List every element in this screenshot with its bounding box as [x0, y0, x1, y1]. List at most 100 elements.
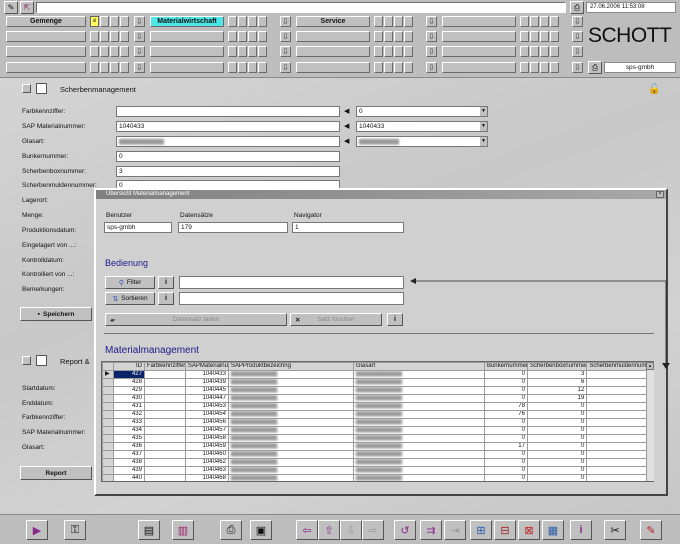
- cell-glasart[interactable]: ▆▆▆▆▆▆▆▆▆▆: [352, 450, 485, 459]
- sap-select[interactable]: 1040433: [356, 121, 488, 132]
- forward-icon[interactable]: ⇉: [420, 520, 442, 540]
- down-arrow-icon[interactable]: ⇩: [134, 46, 145, 57]
- cell-scherbenmuldennummer[interactable]: [586, 394, 653, 403]
- cell-produktbezeichnung[interactable]: ▆▆▆▆▆▆▆▆▆▆: [227, 434, 354, 443]
- menu-slot[interactable]: [258, 46, 267, 57]
- menu-slot[interactable]: [258, 16, 267, 27]
- menu-cell[interactable]: [296, 46, 370, 57]
- next-record-icon[interactable]: ⇨: [362, 520, 384, 540]
- bunker-field[interactable]: 0: [116, 151, 340, 162]
- dialog-titlebar[interactable]: Übersicht Materialmanagement: [96, 190, 666, 199]
- menu-slot[interactable]: [120, 62, 129, 73]
- menu-slot[interactable]: [110, 31, 119, 42]
- sortieren-button[interactable]: ⇅ Sortieren: [105, 292, 155, 305]
- down-arrow-icon[interactable]: ⇩: [134, 31, 145, 42]
- menu-slot[interactable]: [374, 31, 383, 42]
- left-arrow-icon[interactable]: ◀: [344, 107, 349, 115]
- cell-bunkernummer[interactable]: 0: [483, 450, 528, 459]
- cell-id[interactable]: 438: [113, 458, 145, 467]
- edit-icon[interactable]: ✎: [640, 520, 662, 540]
- cell-scherbenboxnummer[interactable]: 0: [526, 410, 588, 419]
- menu-slot[interactable]: [110, 46, 119, 57]
- menu-slot[interactable]: [530, 62, 539, 73]
- cell-bunkernummer[interactable]: 0: [483, 466, 528, 475]
- cell-produktbezeichnung[interactable]: ▆▆▆▆▆▆▆▆▆▆: [227, 402, 354, 411]
- cell-id[interactable]: 434: [113, 426, 145, 435]
- cell-bunkernummer[interactable]: 0: [483, 458, 528, 467]
- menu-slot[interactable]: [384, 16, 393, 27]
- cell-scherbenboxnummer[interactable]: 0: [526, 418, 588, 427]
- left-arrow-icon[interactable]: ◀: [344, 137, 349, 145]
- cell-id[interactable]: 429: [113, 386, 145, 395]
- cell-sap[interactable]: 1040433: [184, 370, 229, 379]
- cell-sap[interactable]: 1040456: [184, 418, 229, 427]
- menu-slot[interactable]: [404, 31, 413, 42]
- lock-icon[interactable]: 🔓: [648, 84, 660, 96]
- menu-slot[interactable]: [238, 62, 247, 73]
- cell-produktbezeichnung[interactable]: ▆▆▆▆▆▆▆▆▆▆: [227, 450, 354, 459]
- col-scherbenboxnummer[interactable]: Scherbenboxnummer: [526, 362, 588, 371]
- menu-slot[interactable]: [550, 46, 559, 57]
- cell-sap[interactable]: 1040447: [184, 394, 229, 403]
- save-button[interactable]: ▪ Speichern: [20, 307, 92, 321]
- cell-produktbezeichnung[interactable]: ▆▆▆▆▆▆▆▆▆▆: [227, 394, 354, 403]
- table-row[interactable]: 433 1040456 ▆▆▆▆▆▆▆▆▆▆ ▆▆▆▆▆▆▆▆▆▆ 0 0: [102, 418, 653, 427]
- checkbox-icon[interactable]: [22, 356, 31, 365]
- col-sapmaterialnummer[interactable]: SAPMaterialnummer: [184, 362, 229, 371]
- cell-scherbenboxnummer[interactable]: 6: [526, 378, 588, 387]
- cell-farbkennziffer[interactable]: [143, 418, 186, 427]
- menu-cell[interactable]: [150, 46, 224, 57]
- cell-farbkennziffer[interactable]: [143, 370, 186, 379]
- cell-bunkernummer[interactable]: 0: [483, 394, 528, 403]
- col-id[interactable]: ID: [113, 362, 145, 371]
- cell-bunkernummer[interactable]: 0: [483, 370, 528, 379]
- cell-glasart[interactable]: ▆▆▆▆▆▆▆▆▆▆: [352, 410, 485, 419]
- menu-cell[interactable]: [296, 31, 370, 42]
- menu-cell[interactable]: [442, 46, 516, 57]
- filter-button[interactable]: ⚲ Filter: [105, 276, 155, 289]
- cell-scherbenmuldennummer[interactable]: [586, 458, 653, 467]
- sort-field[interactable]: [179, 292, 404, 305]
- dropdown-arrow-icon[interactable]: ▼: [480, 122, 487, 131]
- cell-scherbenmuldennummer[interactable]: [586, 434, 653, 443]
- cell-glasart[interactable]: ▆▆▆▆▆▆▆▆▆▆: [352, 434, 485, 443]
- cell-bunkernummer[interactable]: 0: [483, 474, 528, 481]
- cell-glasart[interactable]: ▆▆▆▆▆▆▆▆▆▆: [352, 418, 485, 427]
- cell-id[interactable]: 433: [113, 418, 145, 427]
- filter-info-icon[interactable]: i: [158, 276, 174, 289]
- menu-slot[interactable]: [228, 46, 237, 57]
- cell-scherbenmuldennummer[interactable]: [586, 378, 653, 387]
- down-arrow-icon[interactable]: ⇩: [280, 16, 291, 27]
- cell-produktbezeichnung[interactable]: ▆▆▆▆▆▆▆▆▆▆: [227, 426, 354, 435]
- cell-produktbezeichnung[interactable]: ▆▆▆▆▆▆▆▆▆▆: [227, 378, 354, 387]
- cell-sap[interactable]: 1040460: [184, 450, 229, 459]
- menu-slot[interactable]: [248, 31, 257, 42]
- menu-slot[interactable]: [228, 31, 237, 42]
- cell-scherbenboxnummer[interactable]: 0: [526, 426, 588, 435]
- table-row[interactable]: 428 1040439 ▆▆▆▆▆▆▆▆▆▆ ▆▆▆▆▆▆▆▆▆▆ 0 6: [102, 378, 653, 387]
- cell-produktbezeichnung[interactable]: ▆▆▆▆▆▆▆▆▆▆: [227, 386, 354, 395]
- down-arrow-icon[interactable]: ⇩: [572, 31, 583, 42]
- row-selector[interactable]: [102, 458, 115, 467]
- row-selector[interactable]: ▶: [102, 370, 115, 379]
- menu-slot[interactable]: [90, 62, 99, 73]
- cell-id[interactable]: 428: [113, 378, 145, 387]
- cell-glasart[interactable]: ▆▆▆▆▆▆▆▆▆▆: [352, 386, 485, 395]
- cell-scherbenmuldennummer[interactable]: [586, 442, 653, 451]
- menu-slot[interactable]: [394, 62, 403, 73]
- menu-slot[interactable]: [374, 62, 383, 73]
- cell-scherbenmuldennummer[interactable]: [586, 474, 653, 481]
- menu-cell[interactable]: [6, 62, 86, 73]
- menu-slot[interactable]: [248, 62, 257, 73]
- datensatz-laden-button[interactable]: ▰ Datensatz laden: [105, 313, 287, 326]
- menu-slot[interactable]: [520, 16, 529, 27]
- row-selector[interactable]: [102, 394, 115, 403]
- menu-slot[interactable]: [238, 46, 247, 57]
- cell-produktbezeichnung[interactable]: ▆▆▆▆▆▆▆▆▆▆: [227, 418, 354, 427]
- cell-glasart[interactable]: ▆▆▆▆▆▆▆▆▆▆: [352, 466, 485, 475]
- cell-scherbenboxnummer[interactable]: 0: [526, 458, 588, 467]
- menu-slot[interactable]: [404, 16, 413, 27]
- printer-icon-button[interactable]: ⎙: [570, 1, 584, 14]
- cell-bunkernummer[interactable]: 0: [483, 426, 528, 435]
- cell-farbkennziffer[interactable]: [143, 410, 186, 419]
